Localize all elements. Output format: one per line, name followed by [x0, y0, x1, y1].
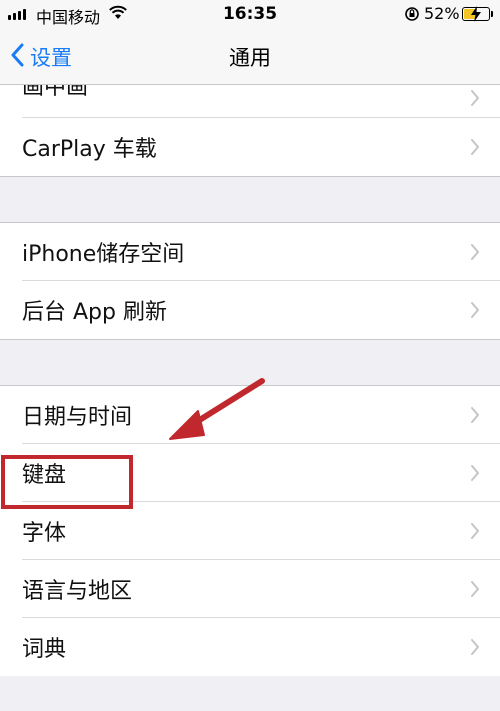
list-item-fonts[interactable]: 字体 [0, 502, 500, 560]
chevron-right-icon [470, 406, 480, 428]
navigation-bar: 设置 通用 [0, 30, 500, 85]
screen: 中国移动 16:35 52% 设置 通用 画中画 CarPlay 车载 iPho… [0, 0, 500, 711]
chevron-right-icon [470, 522, 480, 544]
list-item-label: 键盘 [22, 463, 67, 488]
list-item-dictionary[interactable]: 词典 [0, 618, 500, 676]
chevron-right-icon [470, 464, 480, 486]
chevron-right-icon [470, 89, 480, 111]
list-item-iphone-storage[interactable]: iPhone储存空间 [0, 223, 500, 281]
chevron-right-icon [470, 243, 480, 265]
list-item-label: 语言与地区 [22, 579, 133, 604]
list-item-keyboard[interactable]: 键盘 [0, 444, 500, 502]
list-item-picture-in-picture[interactable]: 画中画 [0, 85, 500, 118]
battery-percent: 52% [424, 4, 460, 23]
settings-list: 画中画 CarPlay 车载 iPhone储存空间 后台 App 刷新 日期与时… [0, 85, 500, 676]
chevron-right-icon [470, 138, 480, 160]
list-item-carplay[interactable]: CarPlay 车载 [0, 118, 500, 176]
section-separator [0, 339, 500, 386]
chevron-right-icon [470, 580, 480, 602]
rotation-lock-icon [404, 6, 420, 26]
list-item-label: 词典 [22, 637, 67, 662]
list-item-label: 日期与时间 [22, 405, 133, 430]
list-item-label: 后台 App 刷新 [22, 300, 167, 325]
page-title: 通用 [229, 46, 271, 70]
list-item-label: 字体 [22, 521, 67, 546]
list-item-background-app-refresh[interactable]: 后台 App 刷新 [0, 281, 500, 339]
list-item-label: 画中画 [22, 85, 89, 100]
battery-tip [491, 11, 493, 17]
charging-bolt-icon [469, 5, 483, 27]
list-item-label: iPhone储存空间 [22, 242, 185, 267]
chevron-right-icon [470, 638, 480, 660]
list-item-language-region[interactable]: 语言与地区 [0, 560, 500, 618]
chevron-right-icon [470, 301, 480, 323]
list-item-date-time[interactable]: 日期与时间 [0, 386, 500, 444]
status-bar: 中国移动 16:35 52% [0, 0, 500, 30]
list-item-label: CarPlay 车载 [22, 137, 157, 162]
section-separator [0, 176, 500, 223]
